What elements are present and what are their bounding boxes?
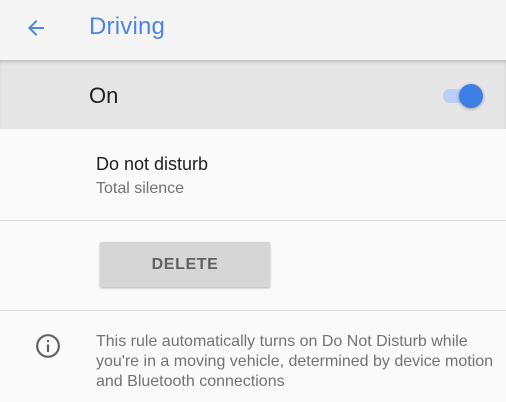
toggle-thumb	[459, 84, 483, 108]
preference-title: Do not disturb	[96, 154, 209, 174]
master-toggle[interactable]	[441, 84, 485, 108]
arrow-back-icon	[28, 20, 44, 36]
info-icon	[36, 334, 60, 358]
do-not-disturb-preference[interactable]: Do not disturb Total silence	[0, 129, 506, 221]
info-footer: This rule automatically turns on Do Not …	[0, 311, 506, 402]
delete-section: DELETE	[0, 221, 506, 311]
delete-button[interactable]: DELETE	[100, 242, 270, 287]
back-button[interactable]	[16, 8, 56, 48]
app-bar: Driving	[0, 0, 506, 60]
master-switch-label: On	[89, 83, 119, 108]
page-title: Driving	[89, 13, 166, 40]
info-text: This rule automatically turns on Do Not …	[96, 333, 494, 390]
master-switch-row[interactable]: On	[0, 60, 506, 129]
preference-summary: Total silence	[96, 180, 185, 197]
